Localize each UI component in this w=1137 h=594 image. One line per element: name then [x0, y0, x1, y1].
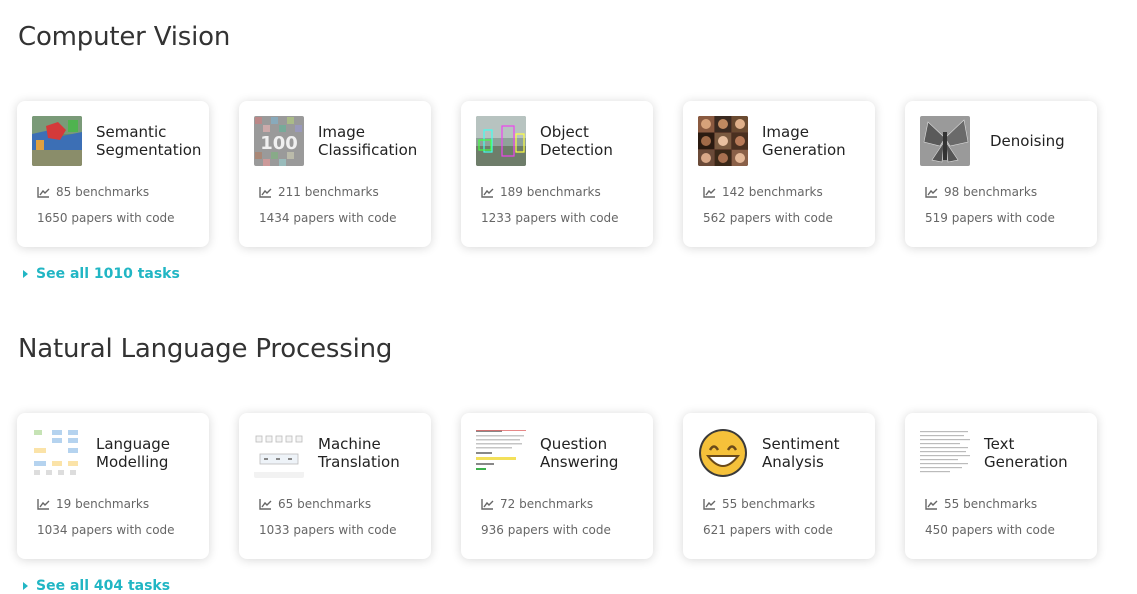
papers-count: 450 papers with code	[925, 523, 1055, 537]
task-name: Image Classification	[318, 123, 418, 159]
task-card-text-generation[interactable]: Text Generation 55 benchmarks 450 papers…	[905, 413, 1097, 559]
caret-right-icon	[23, 582, 28, 590]
task-name: Semantic Segmentation	[96, 123, 202, 159]
chart-line-icon	[481, 498, 494, 510]
section-title: Natural Language Processing	[18, 334, 393, 364]
task-name: Image Generation	[762, 123, 846, 159]
task-name: Denoising	[990, 132, 1065, 150]
chart-line-icon	[259, 498, 272, 510]
chart-line-icon	[703, 186, 716, 198]
chart-line-icon	[37, 186, 50, 198]
benchmarks-count: 142 benchmarks	[703, 185, 823, 199]
generation-thumb-icon	[698, 116, 748, 166]
chart-line-icon	[925, 186, 938, 198]
task-name: Question Answering	[540, 435, 619, 471]
caret-right-icon	[23, 270, 28, 278]
segmentation-thumb-icon	[32, 116, 82, 166]
papers-count: 621 papers with code	[703, 523, 833, 537]
chart-line-icon	[925, 498, 938, 510]
task-card-question-answering[interactable]: Question Answering 72 benchmarks 936 pap…	[461, 413, 653, 559]
papers-count: 519 papers with code	[925, 211, 1055, 225]
papers-count: 936 papers with code	[481, 523, 611, 537]
task-card-sentiment-analysis[interactable]: Sentiment Analysis 55 benchmarks 621 pap…	[683, 413, 875, 559]
chart-line-icon	[703, 498, 716, 510]
task-card-list: Language Modelling 19 benchmarks 1034 pa…	[17, 413, 1097, 559]
papers-count: 1034 papers with code	[37, 523, 175, 537]
benchmarks-label: 55 benchmarks	[722, 497, 816, 511]
benchmarks-label: 211 benchmarks	[278, 185, 379, 199]
task-card-list: Semantic Segmentation 85 benchmarks 1650…	[17, 101, 1097, 247]
classification-thumb-icon: 100	[254, 116, 304, 166]
task-name: Object Detection	[540, 123, 613, 159]
benchmarks-count: 189 benchmarks	[481, 185, 601, 199]
see-all-label: See all 1010 tasks	[36, 266, 180, 282]
benchmarks-label: 189 benchmarks	[500, 185, 601, 199]
benchmarks-count: 65 benchmarks	[259, 497, 371, 511]
chart-line-icon	[481, 186, 494, 198]
benchmarks-label: 142 benchmarks	[722, 185, 823, 199]
see-all-tasks-link[interactable]: See all 1010 tasks	[23, 266, 180, 282]
language-modelling-thumb-icon	[32, 428, 82, 478]
text-thumb-icon	[920, 428, 970, 478]
task-card-denoising[interactable]: Denoising 98 benchmarks 519 papers with …	[905, 101, 1097, 247]
benchmarks-count: 72 benchmarks	[481, 497, 593, 511]
papers-count: 1650 papers with code	[37, 211, 175, 225]
section-title: Computer Vision	[18, 22, 231, 52]
svg-text:100: 100	[260, 133, 298, 154]
denoising-thumb-icon	[920, 116, 970, 166]
papers-count: 1434 papers with code	[259, 211, 397, 225]
detection-thumb-icon	[476, 116, 526, 166]
papers-count: 1233 papers with code	[481, 211, 619, 225]
papers-count: 1033 papers with code	[259, 523, 397, 537]
task-card-language-modelling[interactable]: Language Modelling 19 benchmarks 1034 pa…	[17, 413, 209, 559]
benchmarks-label: 72 benchmarks	[500, 497, 594, 511]
task-name: Sentiment Analysis	[762, 435, 840, 471]
task-card-semantic-segmentation[interactable]: Semantic Segmentation 85 benchmarks 1650…	[17, 101, 209, 247]
papers-count: 562 papers with code	[703, 211, 833, 225]
benchmarks-label: 55 benchmarks	[944, 497, 1038, 511]
benchmarks-count: 55 benchmarks	[925, 497, 1037, 511]
see-all-tasks-link[interactable]: See all 404 tasks	[23, 578, 170, 594]
qa-thumb-icon	[476, 428, 526, 478]
task-card-image-classification[interactable]: 100 Image Classification 211 benchmarks …	[239, 101, 431, 247]
benchmarks-label: 65 benchmarks	[278, 497, 372, 511]
task-name: Machine Translation	[318, 435, 400, 471]
benchmarks-count: 85 benchmarks	[37, 185, 149, 199]
benchmarks-label: 85 benchmarks	[56, 185, 150, 199]
benchmarks-count: 211 benchmarks	[259, 185, 379, 199]
smiley-thumb-icon	[698, 428, 748, 478]
benchmarks-label: 98 benchmarks	[944, 185, 1038, 199]
task-name: Text Generation	[984, 435, 1068, 471]
see-all-label: See all 404 tasks	[36, 578, 171, 594]
task-card-machine-translation[interactable]: Machine Translation 65 benchmarks 1033 p…	[239, 413, 431, 559]
chart-line-icon	[259, 186, 272, 198]
benchmarks-count: 55 benchmarks	[703, 497, 815, 511]
task-name: Language Modelling	[96, 435, 171, 471]
chart-line-icon	[37, 498, 50, 510]
benchmarks-label: 19 benchmarks	[56, 497, 150, 511]
benchmarks-count: 98 benchmarks	[925, 185, 1037, 199]
task-card-image-generation[interactable]: Image Generation 142 benchmarks 562 pape…	[683, 101, 875, 247]
task-card-object-detection[interactable]: Object Detection 189 benchmarks 1233 pap…	[461, 101, 653, 247]
translation-thumb-icon	[254, 428, 304, 478]
benchmarks-count: 19 benchmarks	[37, 497, 149, 511]
